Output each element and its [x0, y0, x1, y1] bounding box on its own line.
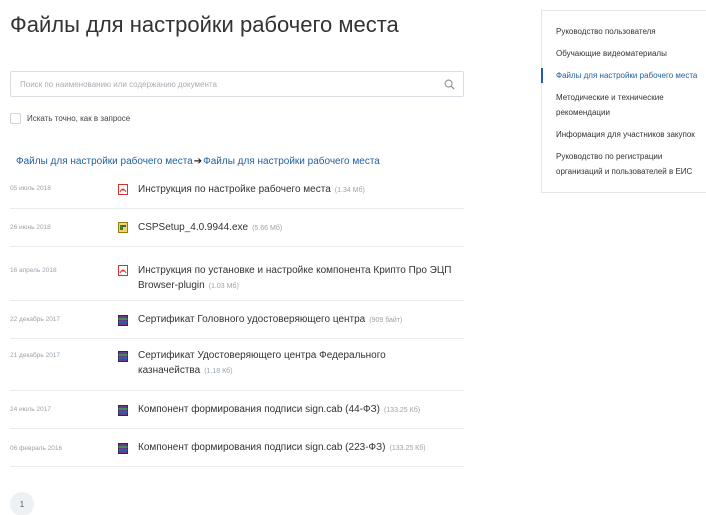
file-row: 05 июль 2018 Инструкция по настройке раб… — [10, 172, 464, 209]
file-row: 16 апрель 2018 Инструкция по установке и… — [10, 247, 464, 301]
file-link[interactable]: CSPSetup_4.0.9944.exe (5.66 Мб) — [138, 220, 458, 236]
breadcrumb: Файлы для настройки рабочего места ➔ Фай… — [16, 156, 380, 167]
file-size: (1.34 Мб) — [334, 187, 365, 194]
file-size: (133.25 Кб) — [383, 407, 421, 414]
file-date: 21 декабрь 2017 — [10, 352, 61, 359]
exe-icon — [118, 222, 128, 233]
file-date: 22 декабрь 2017 — [10, 316, 61, 323]
pdf-icon — [118, 265, 128, 276]
file-row: 26 июнь 2018 CSPSetup_4.0.9944.exe (5.66 … — [10, 209, 464, 247]
breadcrumb-arrow-icon: ➔ — [193, 156, 203, 167]
sidebar-item-user-guide[interactable]: Руководство пользователя — [556, 24, 706, 39]
file-name: Инструкция по установке и настройке комп… — [138, 265, 452, 291]
exact-match-label: Искать точно, как в запросе — [27, 114, 131, 123]
sidebar: Руководство пользователя Обучающие видео… — [541, 10, 706, 193]
search-box — [10, 71, 464, 97]
file-date: 06 февраль 2016 — [10, 445, 63, 452]
file-link[interactable]: Инструкция по настройке рабочего места (1… — [138, 182, 458, 198]
breadcrumb-link-current[interactable]: Файлы для настройки рабочего места — [203, 156, 380, 167]
file-link[interactable]: Сертификат Удостоверяющего центра Федера… — [138, 348, 458, 379]
archive-icon — [118, 315, 128, 326]
file-list: 05 июль 2018 Инструкция по настройке раб… — [10, 172, 464, 467]
file-name: Сертификат Удостоверяющего центра Федера… — [138, 350, 386, 376]
file-size: (1.03 Мб) — [208, 283, 239, 290]
file-date: 24 июль 2017 — [10, 406, 51, 413]
sidebar-item-recommendations[interactable]: Методические и технические рекомендации — [556, 90, 686, 120]
file-date: 05 июль 2018 — [10, 185, 51, 192]
file-name: Сертификат Головного удостоверяющего цен… — [138, 314, 366, 325]
file-row: 22 декабрь 2017 Сертификат Головного удо… — [10, 301, 464, 339]
file-name: Компонент формирования подписи sign.cab … — [138, 442, 386, 453]
sidebar-active-marker — [541, 68, 543, 83]
file-date: 26 июнь 2018 — [10, 224, 51, 231]
file-date: 16 апрель 2018 — [10, 267, 57, 274]
file-link[interactable]: Компонент формирования подписи sign.cab … — [138, 440, 458, 456]
file-row: 06 февраль 2016 Компонент формирования п… — [10, 429, 464, 467]
breadcrumb-link-parent[interactable]: Файлы для настройки рабочего места — [16, 156, 193, 167]
file-link[interactable]: Сертификат Головного удостоверяющего цен… — [138, 312, 458, 328]
file-name: Инструкция по настройке рабочего места — [138, 184, 331, 195]
search-input[interactable] — [11, 72, 431, 96]
archive-icon — [118, 351, 128, 362]
sidebar-item-registration-guide[interactable]: Руководство по регистрации организаций и… — [556, 149, 704, 179]
file-row: 21 декабрь 2017 Сертификат Удостоверяюще… — [10, 339, 464, 391]
pagination-page-1[interactable]: 1 — [10, 492, 34, 515]
file-size: (909 байт) — [369, 317, 403, 324]
file-name: Компонент формирования подписи sign.cab … — [138, 404, 380, 415]
archive-icon — [118, 443, 128, 454]
file-size: (133.25 Кб) — [389, 445, 426, 452]
file-size: (5.66 Мб) — [252, 225, 283, 232]
exact-match-option: Искать точно, как в запросе — [10, 113, 130, 124]
search-icon[interactable] — [444, 79, 455, 90]
archive-icon — [118, 405, 128, 416]
sidebar-item-training-videos[interactable]: Обучающие видеоматериалы — [556, 46, 706, 61]
file-link[interactable]: Компонент формирования подписи sign.cab … — [138, 402, 458, 418]
pdf-icon — [118, 184, 128, 195]
file-link[interactable]: Инструкция по установке и настройке комп… — [138, 263, 458, 294]
sidebar-item-workplace-files[interactable]: Файлы для настройки рабочего места — [556, 68, 706, 83]
exact-match-checkbox[interactable] — [10, 113, 21, 124]
page-title: Файлы для настройки рабочего места — [10, 12, 399, 37]
file-name: CSPSetup_4.0.9944.exe — [138, 222, 249, 233]
file-size: (1.18 Кб) — [204, 368, 233, 375]
file-row: 24 июль 2017 Компонент формирования подп… — [10, 391, 464, 429]
sidebar-item-participants-info[interactable]: Информация для участников закупок — [556, 127, 706, 142]
